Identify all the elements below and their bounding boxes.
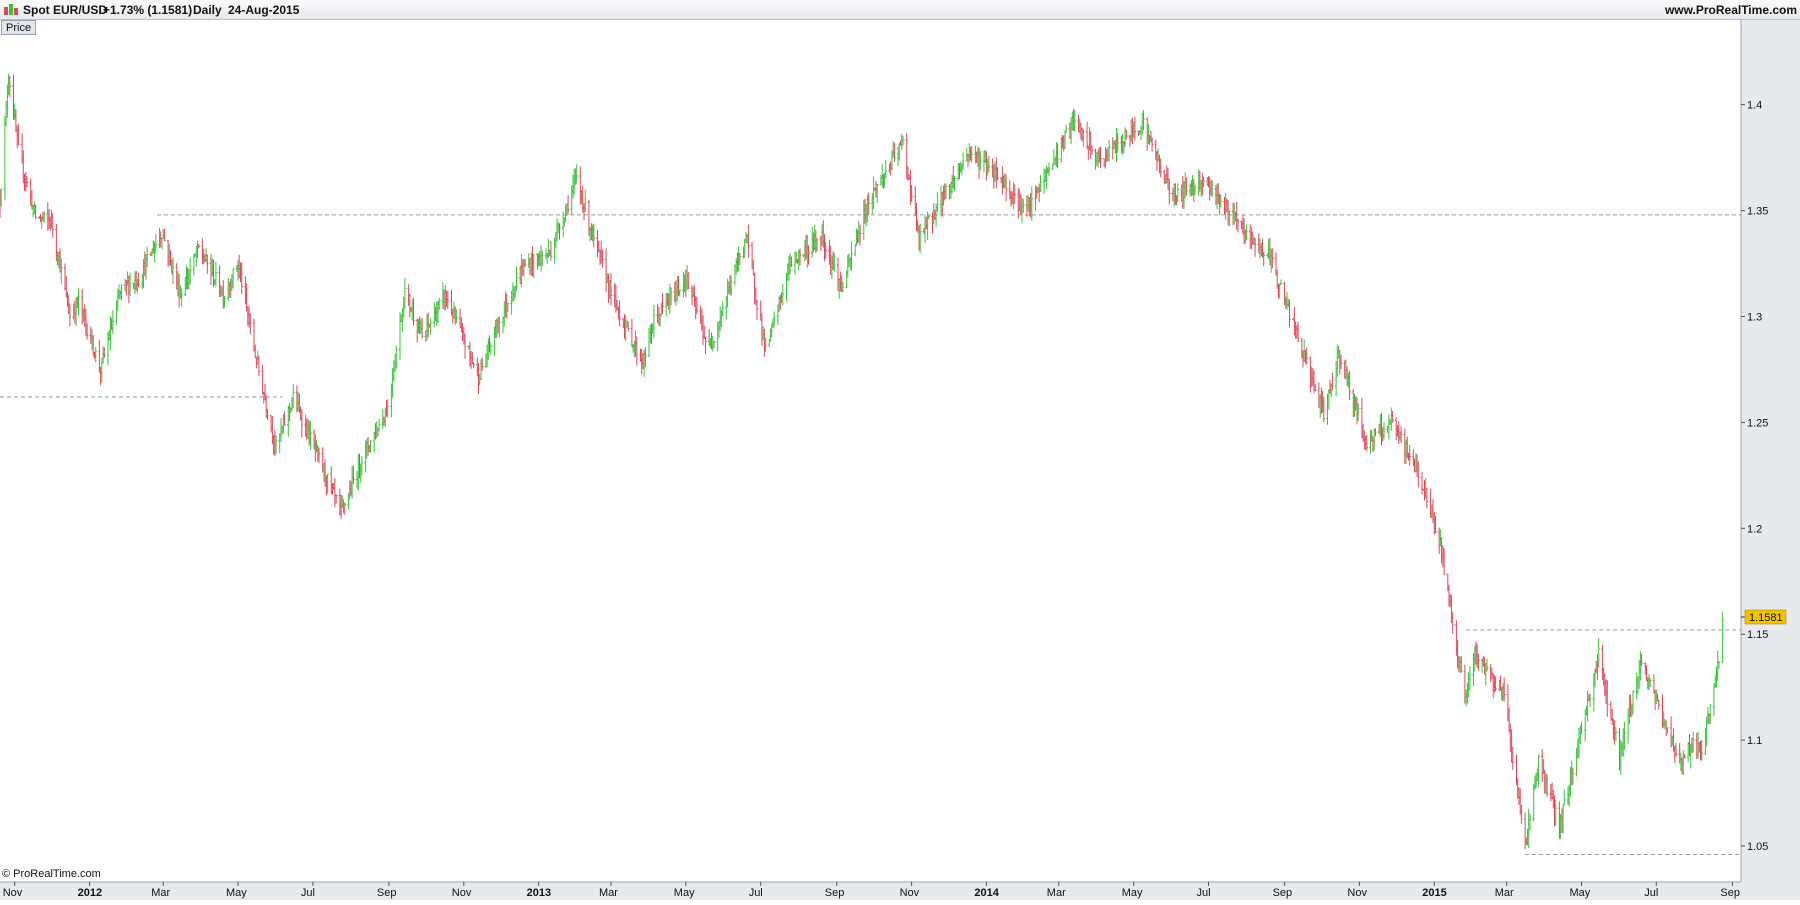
x-tick-label: 2013 xyxy=(527,887,551,899)
y-tick-label: 1.2 xyxy=(1747,523,1762,535)
ohlc-bar xyxy=(1279,279,1283,285)
x-tick-label: May xyxy=(226,887,247,899)
x-tick-label: Nov xyxy=(1347,887,1367,899)
x-tick-label: May xyxy=(1122,887,1143,899)
ohlc-bars xyxy=(0,73,1724,850)
x-tick-label: 2015 xyxy=(1422,887,1446,899)
y-tick-label: 1.4 xyxy=(1747,100,1762,112)
ohlc-bar xyxy=(1420,472,1424,495)
x-tick-label: 2014 xyxy=(974,887,999,899)
x-tick-label: Nov xyxy=(3,887,23,899)
ohlc-bar xyxy=(1657,699,1660,710)
last-date: 24-Aug-2015 xyxy=(228,3,300,17)
copyright-text: © ProRealTime.com xyxy=(2,868,101,880)
x-tick-label: Jul xyxy=(1197,887,1211,899)
y-tick-label: 1.1 xyxy=(1747,735,1762,747)
ohlc-bar xyxy=(1721,612,1724,663)
x-tick-label: Mar xyxy=(151,887,170,899)
y-tick-label: 1.25 xyxy=(1747,417,1768,429)
candlestick-app-icon xyxy=(4,4,18,15)
x-tick-label: Mar xyxy=(1495,887,1514,899)
x-tick-label: Nov xyxy=(900,887,920,899)
y-tick-label: 1.35 xyxy=(1747,206,1768,218)
price-chart-svg[interactable]: 1.05 1.1 1.15 1.2 1.25 1.3 1.35 1.4 Nov 2012 Mar M… xyxy=(0,20,1800,900)
x-tick-label: May xyxy=(1570,887,1591,899)
x-tick-label: Mar xyxy=(599,887,618,899)
x-tick-label: Sep xyxy=(1273,887,1293,899)
y-tick-label: 1.05 xyxy=(1747,841,1768,853)
y-tick-label: 1.15 xyxy=(1747,629,1768,641)
ohlc-bar xyxy=(630,319,634,348)
ohlc-bar xyxy=(257,355,261,376)
ohlc-bar xyxy=(604,248,608,293)
last-price-marker: 1.1581 xyxy=(1741,609,1787,625)
brand-link[interactable]: www.ProRealTime.com xyxy=(1665,3,1797,17)
last-price-label: 1.1581 xyxy=(1749,612,1783,624)
chart-title-bar: Spot EUR/USD +1.73% (1.1581) Daily 24-Au… xyxy=(0,0,1800,20)
x-tick-label: Jul xyxy=(749,887,763,899)
price-change: +1.73% (1.1581) xyxy=(103,3,193,17)
ohlc-bar xyxy=(1085,122,1089,150)
x-tick-label: Sep xyxy=(377,887,397,899)
ohlc-bar xyxy=(3,116,7,201)
x-tick-label: Jul xyxy=(1644,887,1658,899)
ohlc-bar xyxy=(472,362,475,369)
axis-area-right xyxy=(1741,20,1800,900)
x-tick-label: Nov xyxy=(452,887,472,899)
instrument-name: Spot EUR/USD xyxy=(23,3,107,17)
support-resistance-levels xyxy=(0,214,1741,855)
x-tick-label: Sep xyxy=(825,887,845,899)
ohlc-bar xyxy=(704,336,707,354)
ohlc-bar xyxy=(1712,683,1716,717)
ohlc-bar xyxy=(261,364,264,395)
x-tick-label: May xyxy=(674,887,695,899)
x-tick-label: 2012 xyxy=(78,887,102,899)
price-chart[interactable]: 1.05 1.1 1.15 1.2 1.25 1.3 1.35 1.4 Nov 2012 Mar M… xyxy=(0,20,1800,900)
ohlc-bar xyxy=(1387,414,1391,440)
x-tick-label: Jul xyxy=(301,887,315,899)
timeframe[interactable]: Daily xyxy=(193,3,222,17)
y-tick-label: 1.3 xyxy=(1747,312,1762,324)
price-panel-label[interactable]: Price xyxy=(1,20,37,35)
x-tick-label: Mar xyxy=(1047,887,1066,899)
x-tick-label: Sep xyxy=(1720,887,1740,899)
ohlc-bar xyxy=(584,189,587,212)
ohlc-bar xyxy=(1563,789,1566,805)
